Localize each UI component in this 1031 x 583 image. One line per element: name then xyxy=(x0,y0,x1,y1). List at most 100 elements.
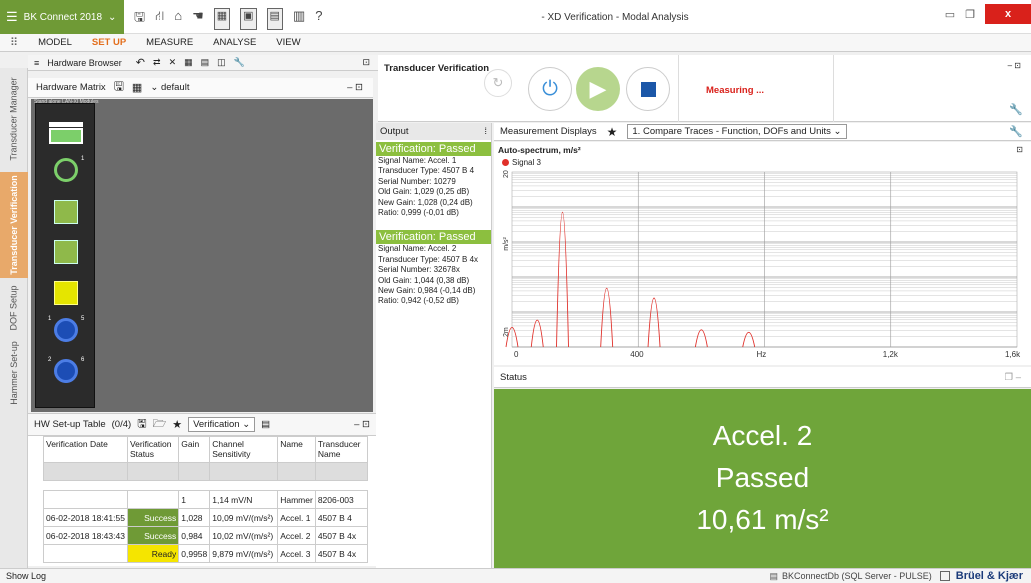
column-header[interactable]: Name xyxy=(277,436,316,463)
columns-icon[interactable]: ▤ xyxy=(261,419,270,430)
column-header[interactable]: Verification Date xyxy=(43,436,128,463)
transducer-verification-panel: Transducer Verification ↻ ⏻ ▶ Measuring … xyxy=(378,55,1031,122)
close-button[interactable]: x xyxy=(985,4,1031,24)
channel-6-connector[interactable] xyxy=(54,359,78,383)
save-icon[interactable]: 🖫 xyxy=(114,77,124,98)
maximize-icon[interactable]: ❐ xyxy=(965,8,975,21)
side-tab-transducer-manager[interactable]: Transducer Manager xyxy=(0,68,28,170)
channel-2-connector[interactable] xyxy=(54,200,78,224)
view-list-icon[interactable]: ▤ xyxy=(201,57,210,68)
refresh-icon[interactable]: ↶ xyxy=(136,56,145,69)
add-icon[interactable]: ⇄ xyxy=(153,57,161,68)
channel-4-connector[interactable] xyxy=(54,281,78,305)
pin-icon[interactable]: ⊡ xyxy=(362,57,370,68)
tag-icon[interactable]: ⌂ xyxy=(174,8,182,30)
channel-3-connector[interactable] xyxy=(54,240,78,264)
database-label: BKConnectDb (SQL Server - PULSE) xyxy=(782,571,932,581)
grid-view-icon[interactable]: ▦ xyxy=(132,81,142,94)
wrench-icon[interactable]: 🔧 xyxy=(1009,125,1023,138)
hardware-browser-title: Hardware Browser xyxy=(47,57,122,68)
filter-dropdown[interactable]: Verification ⌄ xyxy=(188,417,256,432)
undock-icon[interactable]: ❐ – xyxy=(1005,372,1021,383)
layout-4-icon[interactable]: ▥ xyxy=(293,8,305,30)
y-tick-label: m/s² xyxy=(503,236,510,250)
minimize-panel-icon[interactable]: – ⊡ xyxy=(354,419,370,430)
status-signal: Accel. 2 xyxy=(712,420,813,451)
table-row[interactable]: 06-02-2018 18:43:43 Success 0,984 10,02 mV/… xyxy=(43,526,369,545)
column-header[interactable]: Channel Sensitivity xyxy=(209,436,279,463)
layout-3-icon[interactable]: ▤ xyxy=(266,8,283,30)
verification-header: Verification: Passed xyxy=(376,142,491,156)
output-line: Ratio: 0,942 (-0,52 dB) xyxy=(378,296,459,306)
table-row[interactable]: 06-02-2018 18:41:55 Success 1,028 10,09 mV/… xyxy=(43,508,369,527)
side-tabs: Transducer Manager Transducer Verificati… xyxy=(0,68,28,568)
layout-1-icon[interactable]: ▦ xyxy=(213,8,231,30)
reset-icon[interactable]: ↻ xyxy=(484,69,512,97)
pin-icon[interactable]: ⁞ xyxy=(484,126,487,137)
hand-icon[interactable]: ☚ xyxy=(192,8,204,30)
wrench-icon[interactable]: 🔧 xyxy=(1009,103,1023,116)
tab-model[interactable]: MODEL xyxy=(28,37,82,48)
stop-button[interactable] xyxy=(626,67,670,111)
table-row[interactable]: 1 1,14 mV/N Hammer 8206-003 xyxy=(43,490,369,509)
status-badge: Success xyxy=(126,508,180,527)
column-header[interactable]: Verification Status xyxy=(126,436,180,463)
output-line: Signal Name: Accel. 2 xyxy=(378,244,457,254)
output-line: Transducer Type: 4507 B 4 xyxy=(378,166,475,176)
save-icon[interactable]: 🖫 xyxy=(137,415,146,434)
tree-icon[interactable]: ⛙ xyxy=(155,8,164,30)
slot-number: 1 xyxy=(48,316,52,322)
channel-5-connector[interactable] xyxy=(54,318,78,342)
brand-logo: Brüel & Kjær xyxy=(955,570,1023,582)
view-dropdown[interactable]: ⌄ default xyxy=(150,82,189,93)
layout-2-icon[interactable]: ▣ xyxy=(240,8,257,30)
hardware-matrix-title: Hardware Matrix xyxy=(36,82,106,93)
hw-setup-table-title: HW Set-up Table xyxy=(34,419,106,430)
tab-measure[interactable]: MEASURE xyxy=(136,37,203,48)
view-grid-icon[interactable]: ▦ xyxy=(184,57,193,68)
app-menu-button[interactable]: ☰ BK Connect 2018 ⌄ xyxy=(0,0,124,34)
output-line: Signal Name: Accel. 1 xyxy=(378,156,457,165)
side-tab-transducer-verification[interactable]: Transducer Verification xyxy=(0,172,28,278)
wrench-icon[interactable]: 🔧 xyxy=(234,57,245,68)
status-led xyxy=(49,128,83,144)
show-log-button[interactable]: Show Log xyxy=(0,571,46,581)
start-button[interactable]: ▶ xyxy=(576,67,620,111)
display-selector[interactable]: 1. Compare Traces - Function, DOFs and U… xyxy=(627,124,847,139)
window-title: - XD Verification - Modal Analysis xyxy=(541,12,689,23)
output-line: Old Gain: 1,044 (0,38 dB) xyxy=(378,275,470,285)
grid-icon[interactable]: ⠿ xyxy=(0,36,28,49)
folder-icon[interactable]: 🗁 xyxy=(153,415,167,434)
checkbox[interactable] xyxy=(939,571,950,581)
channel-1-connector[interactable] xyxy=(54,158,78,182)
x-tick-label: 1,2k xyxy=(883,350,899,359)
view-panel-icon[interactable]: ◫ xyxy=(217,57,226,68)
star-icon[interactable]: ★ xyxy=(172,418,182,431)
column-header[interactable]: Transducer Name xyxy=(314,436,369,463)
tab-setup[interactable]: SET UP xyxy=(82,37,136,48)
restore-icon[interactable]: ▭ xyxy=(945,8,955,21)
hw-setup-table-panel: HW Set-up Table (0/4) 🖫 🗁 ★ Verification… xyxy=(28,413,378,566)
lanxi-module[interactable]: 1 1 5 2 6 xyxy=(35,103,95,408)
spectrum-chart[interactable]: 0 400 Hz 1,2k 1,6k 20 m/s² 2m xyxy=(494,142,1031,365)
side-tab-hammer-setup[interactable]: Hammer Set-up xyxy=(0,340,28,406)
menu-icon[interactable]: ≡ xyxy=(34,58,39,68)
minimize-panel-icon[interactable]: – ⊡ xyxy=(347,82,363,93)
tab-view[interactable]: VIEW xyxy=(266,37,310,48)
column-header[interactable]: Gain xyxy=(178,436,211,463)
power-button[interactable]: ⏻ xyxy=(528,67,572,111)
remove-icon[interactable]: ✕ xyxy=(169,57,177,68)
save-icon[interactable]: 🖫 xyxy=(134,8,145,30)
status-bar: Status ❐ – xyxy=(494,367,1031,388)
output-line: Serial Number: 32678x xyxy=(378,265,460,275)
side-tab-dof-setup[interactable]: DOF Setup xyxy=(0,280,28,336)
tab-analyse[interactable]: ANALYSE xyxy=(203,37,266,48)
table-row[interactable]: Ready 0,9958 9,879 mV/(m/s²) Accel. 3 4507 B… xyxy=(43,544,369,563)
filter-row[interactable] xyxy=(43,462,369,481)
help-icon[interactable]: ? xyxy=(315,8,322,30)
hamburger-icon: ☰ xyxy=(6,9,18,24)
star-icon[interactable]: ★ xyxy=(607,125,618,139)
status-badge: Ready xyxy=(126,544,180,563)
minimize-panel-icon[interactable]: – ⊡ xyxy=(1008,61,1021,70)
status-title: Status xyxy=(500,371,527,383)
